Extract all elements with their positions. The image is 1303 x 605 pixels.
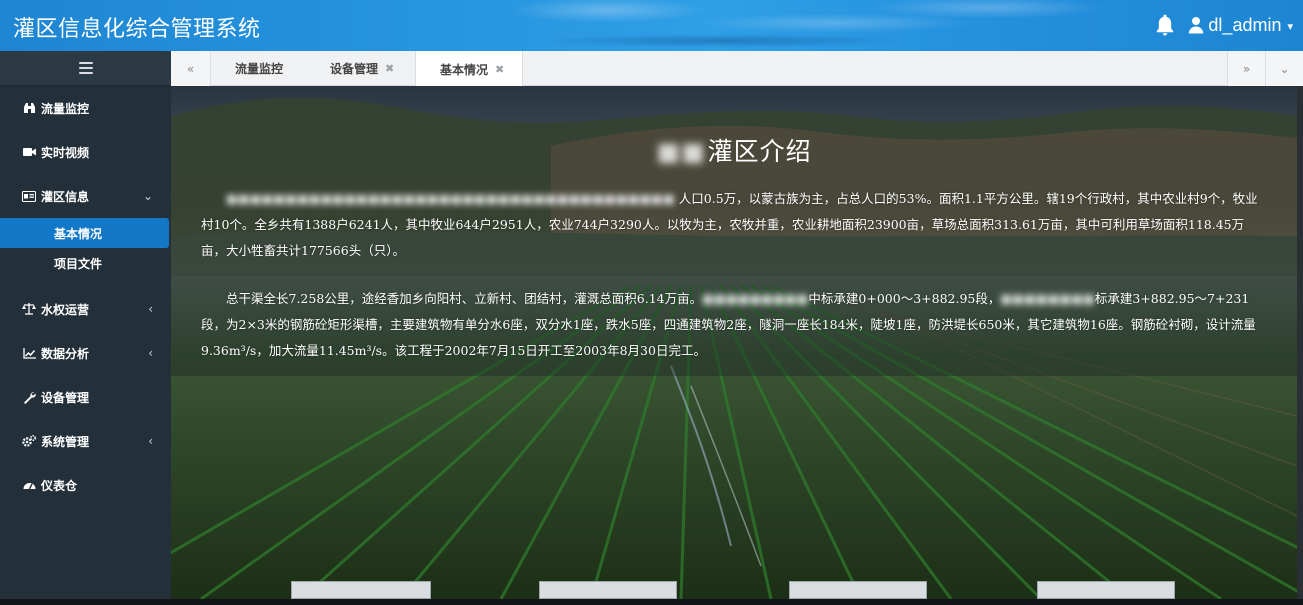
intro-paragraph-2: 总干渠全长7.258公里，途经香加乡向阳村、立新村、团结村，灌溉总面积6.14万… [201, 286, 1263, 364]
chevron-down-icon: ⌄ [1279, 61, 1290, 76]
double-chevron-left-icon: « [186, 61, 195, 76]
close-icon[interactable]: ✖ [495, 63, 504, 76]
sidebar-item-system-management[interactable]: 系统管理 ‹ [0, 419, 171, 463]
tab-label: 设备管理 [330, 62, 379, 76]
thumbnail-image[interactable] [291, 581, 431, 599]
sidebar-item-label: 灌区信息 [41, 189, 90, 204]
redacted-text: ■■■■■■■■■ [702, 291, 809, 306]
balance-scale-icon [22, 302, 36, 316]
top-header: 灌区信息化综合管理系统 dl_admin ▾ [0, 0, 1303, 51]
sidebar: 流量监控 实时视频 灌区信息 ⌄ 基本情况 项目文件 水权运营 ‹ 数据分析 ‹ [0, 51, 171, 599]
header-user-area: dl_admin ▾ [1154, 11, 1293, 39]
close-icon[interactable]: ✖ [385, 62, 394, 75]
sidebar-item-irrigation-info[interactable]: 灌区信息 ⌄ [0, 174, 171, 218]
tab-scroll-right-button[interactable]: » [1227, 51, 1265, 86]
sidebar-item-dashboard[interactable]: 仪表仓 [0, 463, 171, 507]
sidebar-item-label: 流量监控 [41, 101, 90, 116]
dashboard-icon [22, 478, 36, 492]
sidebar-item-label: 实时视频 [41, 145, 90, 160]
sidebar-item-label: 数据分析 [41, 346, 90, 361]
tab-scroll-left-button[interactable]: « [171, 51, 211, 86]
bottom-edge [0, 599, 1303, 605]
header-wave-decoration [380, 0, 1140, 51]
gears-icon [22, 434, 36, 448]
binoculars-icon [22, 101, 36, 115]
tab-flow-monitor[interactable]: 流量监控 [211, 51, 301, 86]
caret-down-icon[interactable]: ▾ [1287, 20, 1293, 33]
sidebar-subitem-label: 基本情况 [54, 226, 103, 241]
double-chevron-right-icon: » [1242, 61, 1251, 76]
content-panel: ■■灌区介绍 ■■■■■■■■■■■■■■■■■■■■■■■■■■■■■■■■■… [171, 86, 1297, 599]
app-title: 灌区信息化综合管理系统 [13, 17, 261, 42]
tab-bar: « 流量监控 设备管理 ✖ 基本情况 ✖ » ⌄ [171, 51, 1303, 87]
intro-title: ■■灌区介绍 [171, 132, 1297, 168]
tab-options-dropdown[interactable]: ⌄ [1265, 51, 1303, 86]
video-camera-icon [22, 145, 36, 159]
thumbnail-image[interactable] [789, 581, 927, 599]
line-chart-icon [22, 346, 36, 360]
tab-basic-info[interactable]: 基本情况 ✖ [415, 51, 523, 87]
sidebar-item-water-rights[interactable]: 水权运营 ‹ [0, 287, 171, 331]
content-scrollbar[interactable] [1297, 86, 1303, 599]
hamburger-icon [78, 62, 93, 74]
username-label[interactable]: dl_admin [1208, 15, 1281, 36]
thumbnail-strip [171, 581, 1297, 599]
sidebar-subitem-project-files[interactable]: 项目文件 [0, 248, 171, 278]
chevron-left-icon: ‹ [148, 346, 153, 360]
intro-paragraph-1: ■■■■■■■■■■■■■■■■■■■■■■■■■■■■■■■■■■■■■■ 人… [201, 186, 1263, 264]
user-icon[interactable] [1188, 16, 1204, 34]
thumbnail-image[interactable] [1037, 581, 1175, 599]
sidebar-subitem-label: 项目文件 [54, 256, 103, 271]
sidebar-item-live-video[interactable]: 实时视频 [0, 130, 171, 174]
sidebar-item-data-analysis[interactable]: 数据分析 ‹ [0, 331, 171, 375]
paragraph-text: 总干渠全长7.258公里，途经香加乡向阳村、立新村、团结村，灌溉总面积6.14万… [226, 291, 703, 306]
redacted-text: ■■■■■■■■■■■■■■■■■■■■■■■■■■■■■■■■■■■■■■ [226, 191, 675, 206]
chevron-down-icon: ⌄ [142, 189, 153, 203]
sidebar-item-label: 水权运营 [41, 302, 90, 317]
intro-title-text: 灌区介绍 [707, 137, 812, 166]
id-card-icon [22, 189, 36, 203]
sidebar-item-label: 设备管理 [41, 390, 90, 405]
tab-device-management[interactable]: 设备管理 ✖ [306, 51, 411, 86]
wrench-icon [22, 390, 36, 404]
sidebar-item-label: 系统管理 [41, 434, 90, 449]
redacted-text: ■■ [656, 137, 706, 166]
chevron-left-icon: ‹ [148, 302, 153, 316]
bell-icon[interactable] [1154, 13, 1176, 37]
sidebar-item-device-management[interactable]: 设备管理 [0, 375, 171, 419]
redacted-text: ■■■■■■■■ [1000, 291, 1095, 306]
sidebar-subitem-basic-info[interactable]: 基本情况 [0, 218, 169, 248]
sidebar-item-label: 仪表仓 [41, 478, 78, 493]
thumbnail-image[interactable] [539, 581, 677, 599]
sidebar-toggle-button[interactable] [0, 51, 171, 86]
tab-label: 基本情况 [440, 62, 489, 77]
sidebar-item-flow-monitor[interactable]: 流量监控 [0, 86, 171, 130]
chevron-left-icon: ‹ [148, 434, 153, 448]
tab-label: 流量监控 [235, 62, 284, 76]
paragraph-text: 中标承建0+000～3+882.95段， [808, 291, 1001, 306]
